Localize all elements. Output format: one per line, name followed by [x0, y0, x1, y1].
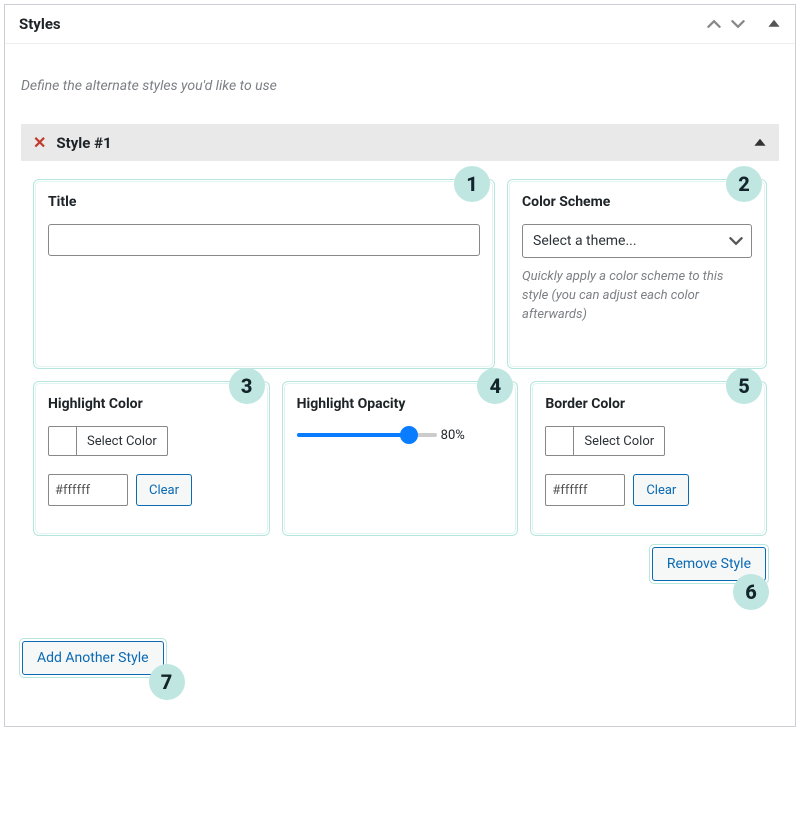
- collapse-up-icon[interactable]: [767, 17, 781, 31]
- opacity-value: 80%: [441, 428, 465, 443]
- styles-panel: Styles Define the alternate styles you'd…: [4, 4, 796, 727]
- remove-style-icon[interactable]: ✕: [33, 133, 46, 152]
- title-input[interactable]: [48, 224, 480, 256]
- annotation-badge: 6: [733, 574, 769, 610]
- panel-body: Define the alternate styles you'd like t…: [5, 44, 795, 726]
- annotation-badge: 7: [149, 664, 185, 700]
- title-label: Title: [48, 194, 480, 210]
- annotation-badge: 2: [726, 166, 762, 202]
- move-up-icon[interactable]: [707, 17, 721, 31]
- highlight-opacity-card: 4 Highlight Opacity 80%: [282, 381, 519, 536]
- opacity-slider-thumb[interactable]: [400, 426, 418, 444]
- border-color-card: 5 Border Color Select Color Clear: [530, 381, 767, 536]
- style-header[interactable]: ✕ Style #1: [21, 124, 779, 161]
- opacity-slider[interactable]: [297, 426, 437, 444]
- color-scheme-hint: Quickly apply a color scheme to this sty…: [522, 268, 752, 325]
- collapse-style-icon[interactable]: [753, 136, 767, 150]
- highlight-color-swatch: [49, 427, 77, 455]
- style-body: 1 Title 2 Color Scheme Select a theme...: [21, 161, 779, 592]
- color-scheme-label: Color Scheme: [522, 194, 752, 210]
- annotation-badge: 5: [726, 368, 762, 404]
- highlight-color-card: 3 Highlight Color Select Color Clear: [33, 381, 270, 536]
- highlight-hex-input[interactable]: [48, 474, 128, 506]
- panel-intro: Define the alternate styles you'd like t…: [21, 56, 779, 124]
- color-scheme-placeholder: Select a theme...: [533, 233, 637, 249]
- style-name: Style #1: [56, 134, 111, 152]
- color-scheme-select[interactable]: Select a theme...: [522, 224, 752, 258]
- title-card: 1 Title: [33, 179, 495, 369]
- annotation-badge: 3: [229, 368, 265, 404]
- border-color-picker[interactable]: Select Color: [545, 426, 665, 456]
- add-another-style-button[interactable]: Add Another Style: [22, 641, 164, 675]
- highlight-clear-button[interactable]: Clear: [136, 474, 192, 506]
- annotation-badge: 4: [477, 368, 513, 404]
- highlight-color-picker[interactable]: Select Color: [48, 426, 168, 456]
- style-block: ✕ Style #1 1 Title 2 Color Schem: [21, 124, 779, 592]
- border-hex-input[interactable]: [545, 474, 625, 506]
- select-color-label: Select Color: [574, 434, 664, 449]
- panel-title: Styles: [19, 15, 61, 33]
- select-color-label: Select Color: [77, 434, 167, 449]
- border-clear-button[interactable]: Clear: [633, 474, 689, 506]
- color-scheme-card: 2 Color Scheme Select a theme... Quickly…: [507, 179, 767, 369]
- panel-header-controls: [707, 17, 781, 31]
- annotation-badge: 1: [454, 166, 490, 202]
- move-down-icon[interactable]: [731, 17, 745, 31]
- highlight-color-label: Highlight Color: [48, 396, 255, 412]
- chevron-down-icon: [729, 234, 743, 248]
- highlight-opacity-label: Highlight Opacity: [297, 396, 504, 412]
- panel-header: Styles: [5, 5, 795, 44]
- opacity-slider-fill: [297, 433, 409, 437]
- border-color-swatch: [546, 427, 574, 455]
- border-color-label: Border Color: [545, 396, 752, 412]
